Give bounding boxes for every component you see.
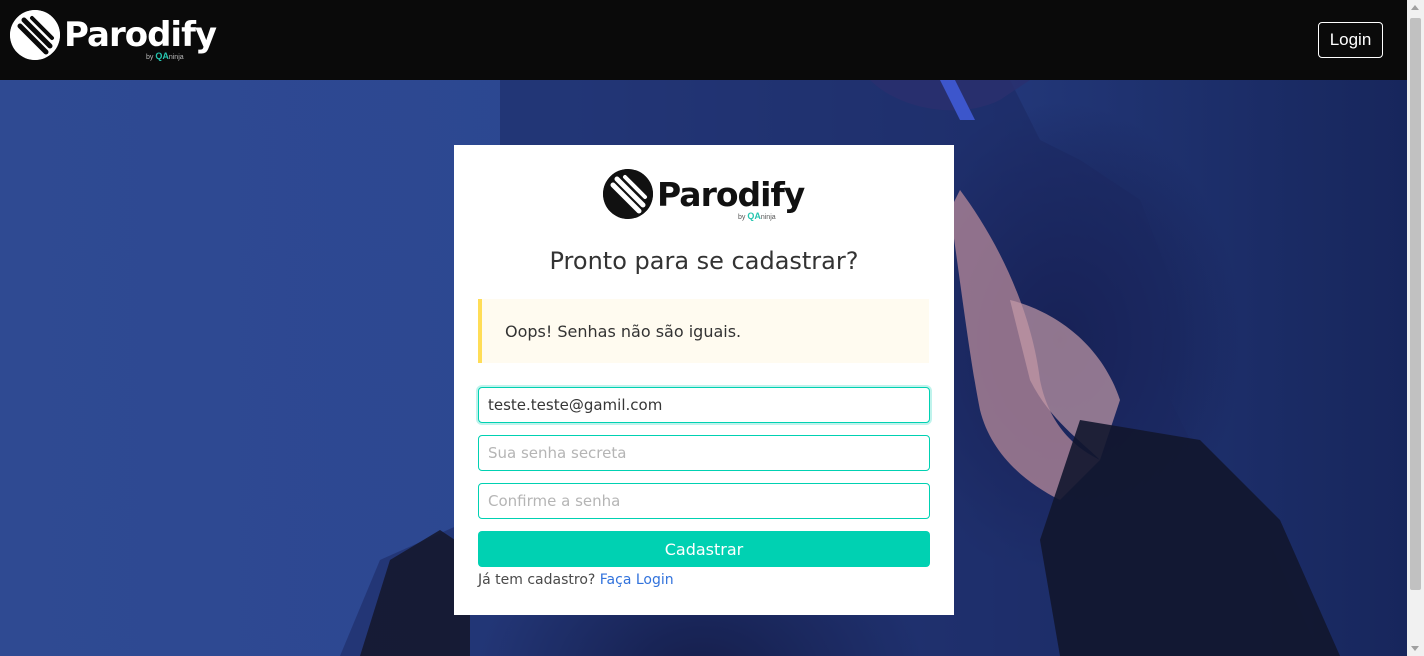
- password-input[interactable]: [478, 435, 930, 471]
- brand-name: Parodify: [64, 15, 217, 55]
- scroll-down-arrow-icon[interactable]: [1411, 646, 1419, 651]
- top-navbar: Parodify by QAninja Login: [0, 0, 1407, 80]
- signup-card: Parodify by QAninja Pronto para se cadas…: [454, 145, 954, 615]
- error-alert: Oops! Senhas não são iguais.: [478, 299, 929, 363]
- scroll-up-arrow-icon[interactable]: [1411, 5, 1419, 10]
- brand-byline: by QAninja: [146, 51, 184, 61]
- signup-submit-button[interactable]: Cadastrar: [478, 531, 930, 567]
- page-title: Pronto para se cadastrar?: [549, 247, 859, 275]
- login-prompt: Já tem cadastro? Faça Login: [478, 572, 674, 588]
- card-brand-byline: by QAninja: [738, 211, 776, 221]
- logo-icon: [603, 169, 653, 219]
- email-input[interactable]: [478, 387, 930, 423]
- login-link[interactable]: Faça Login: [600, 572, 674, 588]
- scrollbar-thumb[interactable]: [1410, 18, 1421, 590]
- confirm-password-input[interactable]: [478, 483, 930, 519]
- login-button[interactable]: Login: [1318, 22, 1383, 58]
- page-scrollbar[interactable]: [1407, 0, 1424, 656]
- alert-message: Oops! Senhas não são iguais.: [505, 321, 742, 341]
- logo-icon: [10, 10, 60, 60]
- brand-logo[interactable]: Parodify: [10, 10, 217, 60]
- card-brand-name: Parodify: [657, 174, 805, 214]
